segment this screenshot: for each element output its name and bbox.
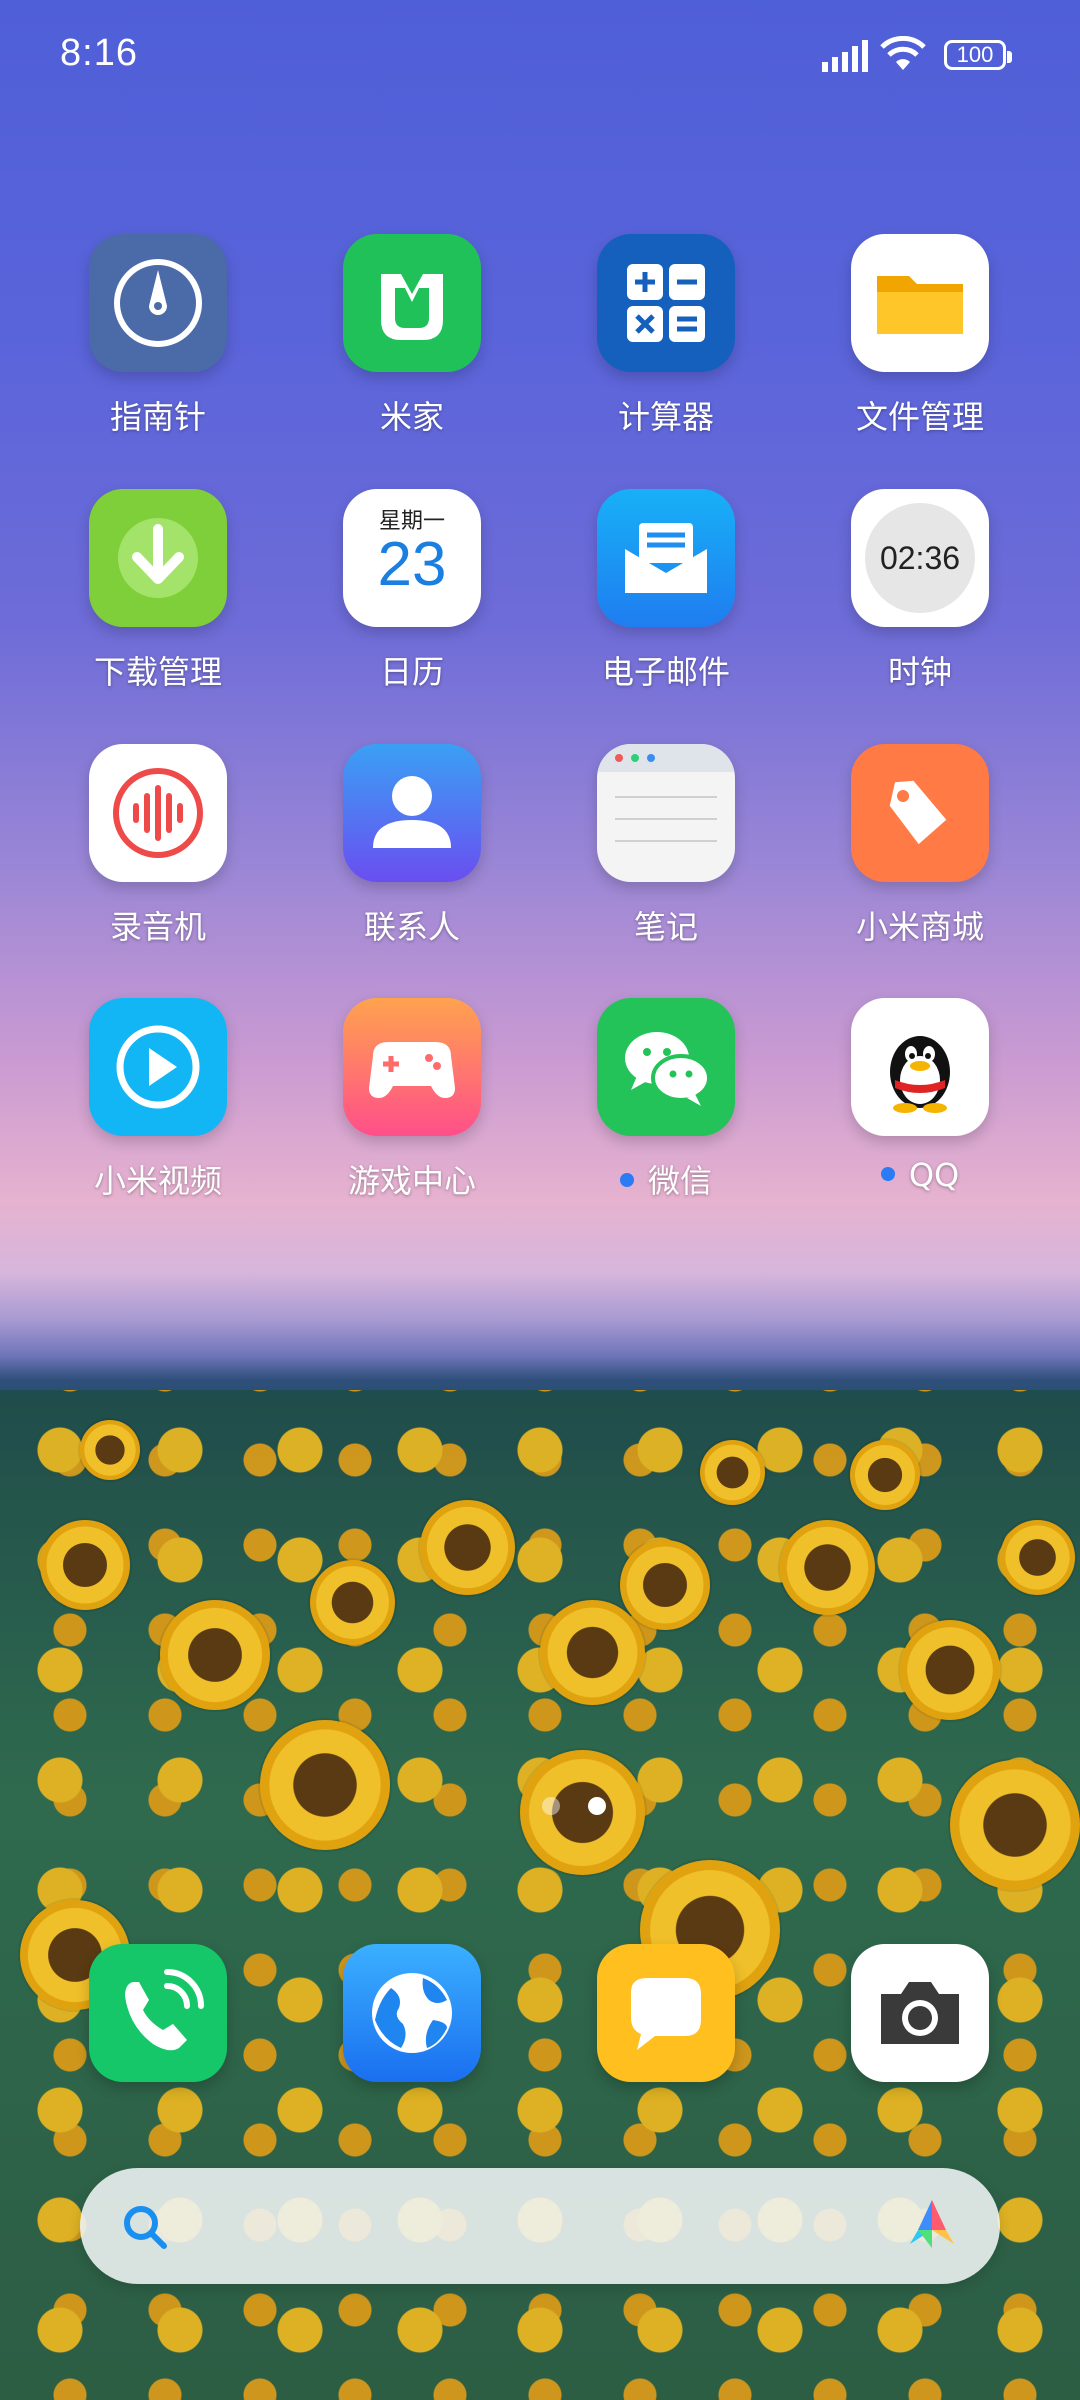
app-label: QQ — [820, 1156, 1020, 1194]
messages-icon — [631, 1978, 701, 2050]
assistant-icon[interactable] — [900, 2196, 964, 2256]
download-icon — [89, 489, 227, 627]
app-wechat[interactable]: 微信 — [566, 998, 766, 1202]
compass-icon — [89, 234, 227, 372]
qq-icon — [851, 998, 989, 1136]
app-label: 小米视频 — [93, 1162, 222, 1200]
app-label: 指南针 — [109, 398, 206, 436]
status-time: 8:16 — [60, 32, 138, 74]
app-label: 日历 — [379, 653, 444, 691]
wifi-icon — [880, 36, 926, 70]
recorder-icon — [89, 744, 227, 882]
app-calculator[interactable]: 计算器 — [566, 234, 766, 438]
app-game-center[interactable]: 游戏中心 — [312, 998, 512, 1202]
battery-level: 100 — [956, 42, 994, 67]
battery-icon: 100 — [944, 40, 1012, 70]
app-mi-video[interactable]: 小米视频 — [58, 998, 258, 1202]
wechat-icon — [597, 998, 735, 1136]
app-notes[interactable]: 笔记 — [566, 744, 766, 948]
app-label: 下载管理 — [93, 653, 222, 691]
notification-dot — [880, 1167, 895, 1181]
app-clock[interactable]: 02:36 时钟 — [820, 489, 1020, 693]
page-dot-2[interactable] — [588, 1797, 606, 1815]
app-contacts[interactable]: 联系人 — [312, 744, 512, 948]
app-label: 笔记 — [633, 908, 698, 946]
dock-phone[interactable] — [89, 1944, 227, 2082]
home-screen: 8:16 100 指南针 米家 计算器 文件管理 下载管理 星期一 23 日历 … — [0, 0, 1080, 2400]
mail-icon — [597, 489, 735, 627]
app-label: 联系人 — [363, 908, 460, 946]
clock-time: 02:36 — [879, 539, 961, 576]
app-label: 微信 — [566, 1156, 766, 1202]
app-label: 计算器 — [617, 398, 714, 436]
signal-icon — [822, 40, 868, 72]
app-label: 游戏中心 — [347, 1162, 476, 1200]
app-file-manager[interactable]: 文件管理 — [820, 234, 1020, 438]
app-email[interactable]: 电子邮件 — [566, 489, 766, 693]
notes-icon — [597, 744, 735, 882]
app-download-manager[interactable]: 下载管理 — [58, 489, 258, 693]
app-recorder[interactable]: 录音机 — [58, 744, 258, 948]
app-compass[interactable]: 指南针 — [58, 234, 258, 438]
app-label: 电子邮件 — [601, 653, 730, 691]
mi-store-icon — [851, 744, 989, 882]
app-label: 小米商城 — [855, 908, 984, 946]
dock-browser[interactable] — [343, 1944, 481, 2082]
phone-icon — [125, 1969, 204, 2051]
folder-icon — [851, 234, 989, 372]
app-label: 米家 — [379, 398, 444, 436]
app-label: 时钟 — [887, 653, 952, 691]
search-bar[interactable] — [80, 2168, 1000, 2284]
calendar-icon: 星期一 23 — [343, 489, 481, 627]
browser-icon — [372, 1973, 452, 2053]
calculator-icon — [597, 234, 735, 372]
clock-icon: 02:36 — [851, 489, 989, 627]
page-dot-1[interactable] — [542, 1797, 560, 1815]
app-mijia[interactable]: 米家 — [312, 234, 512, 438]
game-center-icon — [343, 998, 481, 1136]
app-mi-store[interactable]: 小米商城 — [820, 744, 1020, 948]
dock-messages[interactable] — [597, 1944, 735, 2082]
status-bar: 8:16 100 — [0, 0, 1080, 110]
contacts-icon — [343, 744, 481, 882]
page-indicator[interactable] — [528, 1797, 620, 1819]
app-label: 录音机 — [109, 908, 206, 946]
app-calendar[interactable]: 星期一 23 日历 — [312, 489, 512, 693]
mijia-icon — [343, 234, 481, 372]
app-qq[interactable]: QQ — [820, 998, 1020, 1194]
camera-icon — [881, 1982, 959, 2044]
video-icon — [89, 998, 227, 1136]
calendar-day: 23 — [377, 530, 447, 599]
dock-camera[interactable] — [851, 1944, 989, 2082]
notification-dot — [619, 1173, 634, 1187]
search-icon[interactable] — [120, 2202, 170, 2252]
app-label: 文件管理 — [855, 398, 984, 436]
